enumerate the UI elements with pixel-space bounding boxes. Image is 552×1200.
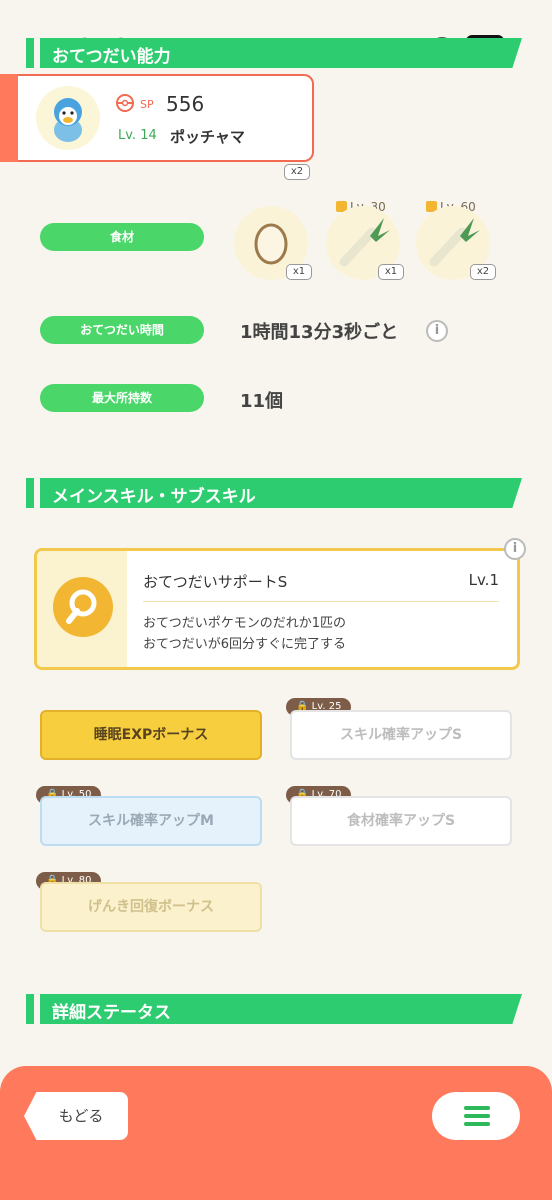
section-header-helper: おてつだい能力 (26, 38, 522, 68)
skill-info-icon[interactable]: i (504, 538, 526, 560)
main-skill-name: おてつだいサポートS (143, 573, 288, 591)
max-carry-value: 11個 (240, 391, 284, 412)
section-header-details: 詳細ステータス (26, 994, 522, 1024)
magnifier-icon (53, 577, 113, 637)
pokemon-name: ポッチャマ (170, 128, 245, 146)
ingredient-count: x1 (378, 264, 404, 280)
pokemon-avatar (36, 86, 100, 150)
pokemon-card[interactable]: SP 556 Lv. 14 ポッチャマ (0, 74, 314, 162)
back-button[interactable]: もどる (24, 1092, 128, 1140)
ingredient-count: x1 (286, 264, 312, 280)
help-time-value: 1時間13分3秒ごと (240, 322, 399, 343)
main-skill-description: おてつだいポケモンのだれか1匹の おてつだいが6回分すぐに完了する (143, 616, 347, 652)
pokeball-icon (116, 94, 134, 112)
ingredients-label: 食材 (40, 223, 204, 251)
subskill-sleep-exp[interactable]: 睡眠EXPボーナス (40, 710, 262, 760)
subskill-ingredient-rate-s[interactable]: 食材確率アップS (290, 796, 512, 846)
hamburger-icon (464, 1106, 490, 1110)
subskill-skill-rate-s[interactable]: スキル確率アップS (290, 710, 512, 760)
info-icon[interactable]: i (426, 320, 448, 342)
menu-button[interactable] (432, 1092, 520, 1140)
main-skill-level: Lv.1 (468, 571, 499, 589)
max-carry-label: 最大所持数 (40, 384, 204, 412)
pokemon-level: Lv. 14 (118, 128, 157, 143)
main-skill-card[interactable]: おてつだいサポートS Lv.1 おてつだいポケモンのだれか1匹の おてつだいが6… (34, 548, 520, 670)
ingredient-count: x2 (470, 264, 496, 280)
section-header-skills: メインスキル・サブスキル (26, 478, 522, 508)
sp-label: SP (140, 98, 154, 111)
subskill-energy-recovery[interactable]: げんき回復ボーナス (40, 882, 262, 932)
piplup-icon (54, 98, 82, 142)
help-time-label: おてつだい時間 (40, 316, 204, 344)
subskill-skill-rate-m[interactable]: スキル確率アップM (40, 796, 262, 846)
count-badge: x2 (284, 164, 310, 180)
sp-value: 556 (166, 92, 205, 116)
